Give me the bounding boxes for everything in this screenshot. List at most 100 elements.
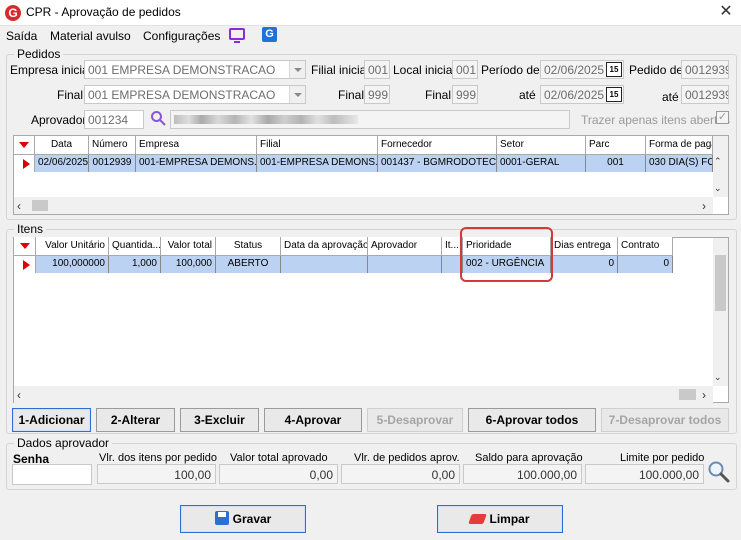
menu-configuracoes[interactable]: Configurações — [143, 29, 220, 43]
col-valor-total[interactable]: Valor total — [161, 237, 216, 256]
grid-corner[interactable] — [14, 237, 36, 256]
table-cell[interactable]: 0012939 — [89, 155, 136, 172]
table-cell[interactable]: ABERTO — [216, 256, 281, 273]
col-data-aprovacao[interactable]: Data da aprovação — [281, 237, 368, 256]
zoom-search-icon[interactable] — [707, 460, 731, 484]
sort-icon — [20, 243, 30, 249]
eraser-icon — [468, 514, 488, 524]
scroll-left-icon[interactable]: ‹ — [17, 199, 21, 213]
valor-total-label: Valor total aprovado — [230, 452, 328, 464]
gravar-button[interactable]: Gravar — [180, 505, 306, 533]
chevron-down-icon[interactable] — [289, 86, 305, 103]
row-indicator[interactable] — [14, 256, 36, 273]
empresa-inicial-label: Empresa inicial — [10, 63, 92, 77]
table-cell[interactable]: 100,000 — [161, 256, 216, 273]
table-cell[interactable]: 100,000000 — [36, 256, 109, 273]
col-quantidade[interactable]: Quantida... — [109, 237, 161, 256]
table-cell[interactable]: 001-EMPRESA DEMONS... — [257, 155, 378, 172]
grid-corner[interactable] — [14, 136, 35, 155]
aprovar-todos-button[interactable]: 6-Aprovar todos — [468, 408, 596, 432]
scroll-right-icon[interactable]: › — [702, 388, 706, 402]
periodo-ate-label: até — [519, 88, 536, 102]
col-numero[interactable]: Número — [89, 136, 136, 155]
table-cell[interactable]: 001-EMPRESA DEMONS... — [136, 155, 257, 172]
window-title: CPR - Aprovação de pedidos — [26, 5, 181, 19]
col-aprovador[interactable]: Aprovador — [368, 237, 442, 256]
table-cell[interactable]: 030 DIA(S) FOR — [646, 155, 713, 172]
vlr-pedidos-label: Vlr. de pedidos aprov. — [354, 452, 460, 464]
empresa-inicial-select[interactable]: 001 EMPRESA DEMONSTRACAO — [84, 60, 306, 79]
table-cell[interactable]: 0 — [618, 256, 673, 273]
col-fornecedor[interactable]: Fornecedor — [378, 136, 497, 155]
table-cell[interactable]: 1,000 — [109, 256, 161, 273]
aprovar-button[interactable]: 4-Aprovar — [264, 408, 362, 432]
pedido-ate-label: até — [662, 90, 679, 104]
scroll-down-icon[interactable]: ⌄ — [714, 183, 722, 194]
empresa-final-label: Final — [57, 88, 84, 102]
col-contrato[interactable]: Contrato — [618, 237, 673, 256]
col-forma-pagamento[interactable]: Forma de paga — [646, 136, 713, 155]
scroll-thumb[interactable] — [32, 200, 48, 211]
periodo-de-label: Período de — [481, 63, 540, 77]
scroll-left-icon[interactable]: ‹ — [17, 388, 21, 402]
row-indicator[interactable] — [14, 155, 35, 172]
pedido-ate-input[interactable]: 0012939 — [681, 85, 729, 104]
limpar-button[interactable]: Limpar — [437, 505, 563, 533]
local-inicial-input[interactable]: 001 — [452, 60, 478, 79]
calendar-icon[interactable]: 15 — [606, 87, 622, 102]
col-valor-unitario[interactable]: Valor Unitário — [36, 237, 109, 256]
scroll-down-icon[interactable]: ⌄ — [714, 372, 722, 383]
excluir-button[interactable]: 3-Excluir — [180, 408, 259, 432]
col-status[interactable]: Status — [216, 237, 281, 256]
app-shortcut-icon[interactable]: G — [262, 27, 277, 42]
table-cell[interactable] — [368, 256, 442, 273]
dados-aprovador-legend: Dados aprovador — [14, 436, 113, 450]
vlr-pedidos-field: 0,00 — [341, 464, 460, 484]
gravar-label: Gravar — [232, 512, 272, 526]
close-icon[interactable]: ✕ — [716, 2, 736, 22]
col-filial[interactable]: Filial — [257, 136, 378, 155]
chevron-down-icon[interactable] — [289, 61, 305, 78]
col-dias-entrega[interactable]: Dias entrega — [551, 237, 618, 256]
table-cell[interactable]: 0 — [551, 256, 618, 273]
col-data[interactable]: Data — [35, 136, 89, 155]
adicionar-button[interactable]: 1-Adicionar — [12, 408, 91, 432]
table-cell[interactable] — [281, 256, 368, 273]
table-cell[interactable]: 001 — [586, 155, 646, 172]
filial-final-input[interactable]: 999 — [364, 85, 390, 104]
scroll-thumb[interactable] — [715, 255, 726, 311]
desaprovar-button[interactable]: 5-Desaprovar — [367, 408, 463, 432]
col-parc[interactable]: Parc — [586, 136, 646, 155]
trazer-checkbox[interactable]: ✓ — [716, 111, 729, 124]
menu-saida[interactable]: Saída — [6, 29, 37, 43]
scroll-up-icon[interactable]: ⌃ — [714, 156, 722, 167]
filial-final-label: Final — [338, 88, 365, 102]
scroll-right-icon[interactable]: › — [702, 199, 706, 213]
filial-inicial-label: Filial inicial — [311, 63, 370, 77]
pedidos-legend: Pedidos — [14, 47, 64, 61]
monitor-icon[interactable] — [229, 28, 245, 43]
senha-input[interactable] — [12, 464, 92, 485]
desaprovar-todos-button[interactable]: 7-Desaprovar todos — [601, 408, 729, 432]
table-cell[interactable]: 02/06/2025 — [35, 155, 89, 172]
menu-material-avulso[interactable]: Material avulso — [50, 29, 131, 43]
saldo-field: 100.000,00 — [463, 464, 582, 484]
filial-inicial-input[interactable]: 001 — [364, 60, 390, 79]
col-empresa[interactable]: Empresa — [136, 136, 257, 155]
horizontal-scrollbar[interactable] — [14, 386, 713, 403]
alterar-button[interactable]: 2-Alterar — [96, 408, 175, 432]
calendar-icon[interactable]: 15 — [606, 62, 622, 77]
local-final-input[interactable]: 999 — [452, 85, 478, 104]
table-cell[interactable]: 0001-GERAL — [497, 155, 586, 172]
aprovador-input[interactable]: 001234 — [84, 110, 144, 129]
app-logo-icon: G — [5, 5, 21, 21]
table-cell[interactable]: 001437 - BGMRODOTEC — [378, 155, 497, 172]
search-icon[interactable] — [150, 110, 166, 126]
save-icon — [214, 511, 229, 525]
pedido-de-label: Pedido de — [629, 63, 684, 77]
horizontal-scrollbar[interactable] — [14, 197, 713, 214]
col-setor[interactable]: Setor — [497, 136, 586, 155]
empresa-final-select[interactable]: 001 EMPRESA DEMONSTRACAO — [84, 85, 306, 104]
pedido-de-input[interactable]: 0012939 — [681, 60, 729, 79]
scroll-thumb[interactable] — [679, 389, 696, 400]
